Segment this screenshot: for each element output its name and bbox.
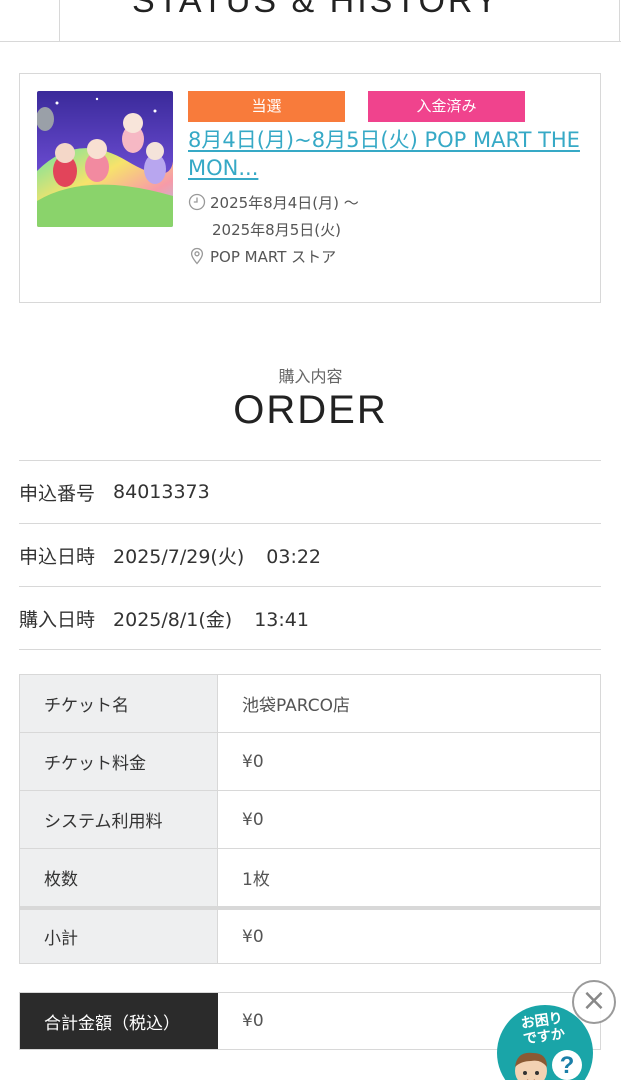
application-time-value: 03:22 — [266, 545, 322, 568]
paid-badge: 入金済み — [368, 91, 525, 122]
ticket-count-value: 1枚 — [242, 870, 270, 890]
ticket-table: チケット名 池袋PARCO店 チケット料金 ¥0 システム利用料 ¥0 枚数 1… — [19, 674, 601, 964]
event-date-start: 2025年8月4日(月) 〜 — [210, 194, 359, 212]
total-label: 合計金額（税込） — [20, 993, 218, 1049]
application-number-row: 申込番号 84013373 — [19, 460, 601, 523]
system-fee-label: システム利用料 — [20, 791, 218, 848]
ticket-price-value: ¥0 — [242, 751, 264, 772]
table-row: 小計 ¥0 — [20, 906, 600, 964]
header-left-cell — [0, 0, 60, 41]
table-row: システム利用料 ¥0 — [20, 790, 600, 848]
divider — [19, 649, 601, 650]
subtotal-value: ¥0 — [242, 926, 264, 947]
event-date-end: 2025年8月5日(火) — [212, 221, 341, 239]
ticket-name-value: 池袋PARCO店 — [242, 696, 351, 716]
table-row: チケット名 池袋PARCO店 — [20, 674, 600, 732]
purchase-date-value: 2025/8/1(金) — [113, 608, 233, 631]
page-header: STATUS & HISTORY — [0, 0, 621, 42]
event-place-row: POP MART ストア — [188, 244, 336, 271]
application-datetime-label: 申込日時 — [19, 545, 96, 568]
event-date-row: 2025年8月4日(月) 〜 — [188, 190, 359, 217]
map-pin-icon — [188, 247, 206, 265]
order-title: ORDER — [233, 388, 388, 432]
ticket-count-label: 枚数 — [20, 849, 218, 906]
application-number-label: 申込番号 — [19, 482, 96, 505]
ticket-price-label: チケット料金 — [20, 733, 218, 790]
table-row: チケット料金 ¥0 — [20, 732, 600, 790]
system-fee-value: ¥0 — [242, 809, 264, 830]
application-datetime-row: 申込日時 2025/7/29(火) 03:22 — [19, 523, 601, 586]
clock-icon — [188, 193, 206, 211]
event-title-link[interactable]: 8月4日(月)~8月5日(火) POP MART THE MON... — [188, 126, 593, 182]
close-help-button[interactable]: × — [572, 980, 616, 1024]
helper-avatar-icon: ? — [515, 1050, 582, 1080]
page-title: STATUS & HISTORY — [132, 0, 501, 20]
order-subtitle: 購入内容 — [278, 367, 343, 386]
question-mark: ? — [560, 1052, 575, 1079]
purchase-datetime-label: 購入日時 — [19, 608, 96, 631]
purchase-datetime-row: 購入日時 2025/8/1(金) 13:41 — [19, 586, 601, 649]
event-thumbnail[interactable] — [37, 91, 173, 227]
table-row: 枚数 1枚 — [20, 848, 600, 906]
won-badge: 当選 — [188, 91, 345, 122]
application-date-value: 2025/7/29(火) — [113, 545, 245, 568]
application-number-value: 84013373 — [113, 481, 210, 503]
ticket-name-label: チケット名 — [20, 675, 218, 732]
event-card[interactable]: 当選 入金済み 8月4日(月)~8月5日(火) POP MART THE MON… — [19, 73, 601, 303]
event-place: POP MART ストア — [210, 248, 337, 266]
subtotal-label: 小計 — [20, 910, 218, 963]
purchase-time-value: 13:41 — [254, 608, 309, 631]
